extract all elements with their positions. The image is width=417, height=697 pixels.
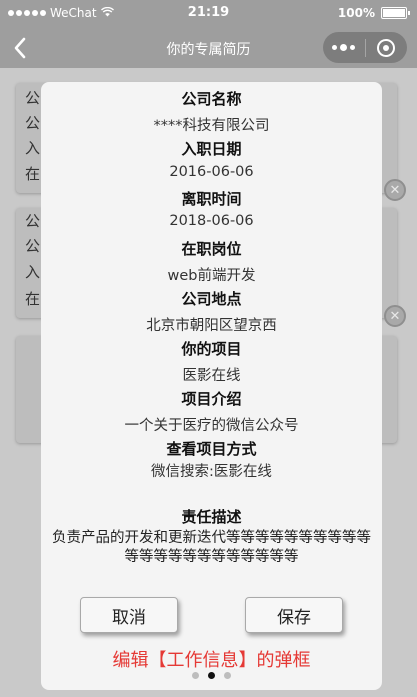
battery-group: 100% — [337, 6, 410, 20]
edit-work-info-modal: 公司名称 ****科技有限公司 入职日期 2016-06-06 离职时间 201… — [41, 82, 382, 690]
miniprogram-capsule — [323, 32, 407, 63]
page-dot[interactable] — [192, 672, 199, 679]
save-button[interactable]: 保存 — [245, 597, 343, 633]
field-label: 公司名称 — [181, 90, 242, 108]
field-label: 项目介绍 — [181, 390, 242, 408]
battery-icon — [381, 7, 410, 19]
card-line: 在 — [25, 290, 41, 308]
card-line: 入 — [25, 263, 41, 281]
page-dot-active[interactable] — [208, 672, 215, 679]
field-view-method: 查看项目方式 — [41, 438, 382, 459]
position-value[interactable]: web前端开发 — [41, 264, 382, 285]
field-label: 查看项目方式 — [166, 440, 257, 458]
field-company-name: 公司名称 — [41, 88, 382, 109]
field-project: 你的项目 — [41, 338, 382, 359]
delete-icon[interactable]: ✕ — [384, 179, 406, 201]
field-label: 离职时间 — [181, 190, 242, 208]
navigation-bar: 你的专属简历 — [0, 28, 417, 68]
field-label: 公司地点 — [181, 290, 242, 308]
status-bar: WeChat 21:19 100% — [0, 0, 417, 28]
card-line: 入 — [25, 139, 41, 157]
target-icon — [377, 38, 396, 57]
card-line: 在 — [25, 165, 41, 183]
card-line: 公 — [25, 89, 41, 107]
view-method-value[interactable]: 微信搜索:医影在线 — [41, 460, 382, 481]
card-line: 公 — [25, 212, 41, 230]
modal-caption: 编辑【工作信息】的弹框 — [112, 650, 311, 671]
more-button[interactable] — [323, 32, 365, 63]
field-label: 责任描述 — [181, 508, 242, 526]
page-dot[interactable] — [224, 672, 231, 679]
responsibility-text[interactable]: 负责产品的开发和更新迭代等等等等等等等等等等等等等等等等等等等等等等 — [49, 529, 374, 567]
battery-percent: 100% — [337, 6, 375, 20]
delete-icon[interactable]: ✕ — [384, 305, 406, 327]
card-line: 公 — [25, 237, 41, 255]
field-label: 你的项目 — [181, 340, 242, 358]
field-label: 入职日期 — [181, 140, 242, 158]
start-date-value[interactable]: 2016-06-06 — [41, 164, 382, 180]
location-value[interactable]: 北京市朝阳区望京西 — [41, 314, 382, 335]
more-icon — [332, 45, 338, 50]
field-position: 在职岗位 — [41, 238, 382, 259]
end-date-value[interactable]: 2018-06-06 — [41, 213, 382, 229]
cancel-button[interactable]: 取消 — [80, 597, 178, 633]
field-start-date: 入职日期 — [41, 138, 382, 159]
card-line: 公 — [25, 114, 41, 132]
project-value[interactable]: 医影在线 — [41, 364, 382, 385]
field-location: 公司地点 — [41, 288, 382, 309]
field-responsibility: 责任描述 — [41, 506, 382, 527]
field-label: 在职岗位 — [181, 240, 242, 258]
close-miniprogram-button[interactable] — [365, 32, 407, 63]
project-intro-value[interactable]: 一个关于医疗的微信公众号 — [41, 414, 382, 435]
company-name-value[interactable]: ****科技有限公司 — [41, 114, 382, 135]
pagination-dots — [41, 672, 382, 679]
field-end-date: 离职时间 — [41, 188, 382, 209]
field-project-intro: 项目介绍 — [41, 388, 382, 409]
